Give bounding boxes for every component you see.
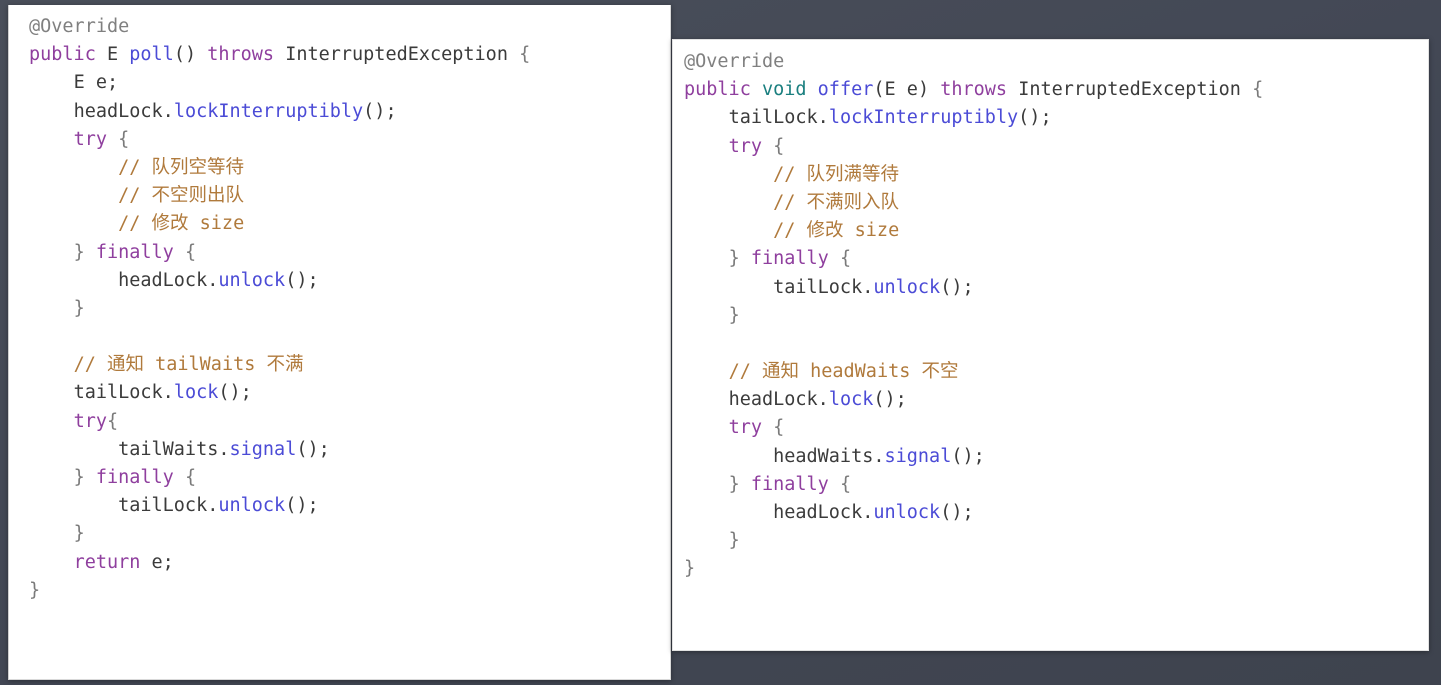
code-line: tailWaits.signal();	[118, 438, 330, 460]
code-line: tailLock.unlock();	[118, 495, 319, 517]
code-panel-poll[interactable]: @Override public E poll() throws Interrup…	[8, 5, 671, 680]
code-line: tailLock.unlock();	[773, 276, 974, 298]
code-line: // 不满则入队	[773, 191, 900, 213]
code-line: }	[728, 530, 740, 552]
code-line: headLock.unlock();	[118, 269, 319, 291]
code-line: @Override	[684, 51, 785, 72]
code-line: } finally {	[728, 473, 852, 495]
code-line: }	[73, 297, 85, 319]
code-line: // 不空则出队	[118, 185, 245, 207]
code-line: tailLock.lockInterruptibly();	[728, 107, 1052, 129]
code-panel-offer[interactable]: @Override public void offer(E e) throws I…	[672, 39, 1429, 651]
code-line: }	[29, 579, 41, 601]
code-line: return e;	[73, 551, 174, 573]
code-line: try {	[728, 135, 785, 157]
code-line: } finally {	[73, 467, 197, 488]
code-line: } finally {	[728, 248, 852, 270]
code-line: // 队列空等待	[118, 156, 245, 178]
code-line: try{	[73, 410, 119, 432]
code-line: } finally {	[73, 241, 197, 263]
code-line: // 修改 size	[773, 220, 900, 242]
code-line: try {	[728, 417, 785, 439]
code-line: public E poll() throws InterruptedExcept…	[29, 44, 531, 66]
code-line: headLock.unlock();	[773, 502, 974, 523]
code-line: tailLock.lock();	[73, 382, 252, 404]
code-line: // 队列满等待	[773, 163, 900, 185]
code-line: try {	[73, 128, 130, 150]
code-line: public void offer(E e) throws Interrupte…	[684, 79, 1264, 101]
screenshot-root: @Override public E poll() throws Interrup…	[0, 0, 1441, 685]
code-block-poll[interactable]: @Override public E poll() throws Interrup…	[9, 5, 670, 605]
code-line: }	[728, 304, 740, 326]
code-line: E e;	[73, 72, 119, 94]
code-line: // 通知 tailWaits 不满	[73, 354, 304, 376]
code-line: }	[73, 523, 85, 545]
code-line: headLock.lockInterruptibly();	[73, 100, 397, 122]
code-line: headWaits.signal();	[773, 445, 985, 467]
code-line: @Override	[29, 16, 130, 37]
code-line: }	[684, 558, 696, 580]
code-line: headLock.lock();	[728, 389, 907, 411]
code-line: // 通知 headWaits 不空	[728, 361, 959, 383]
code-block-offer[interactable]: @Override public void offer(E e) throws I…	[673, 40, 1428, 584]
code-line: // 修改 size	[118, 213, 245, 235]
